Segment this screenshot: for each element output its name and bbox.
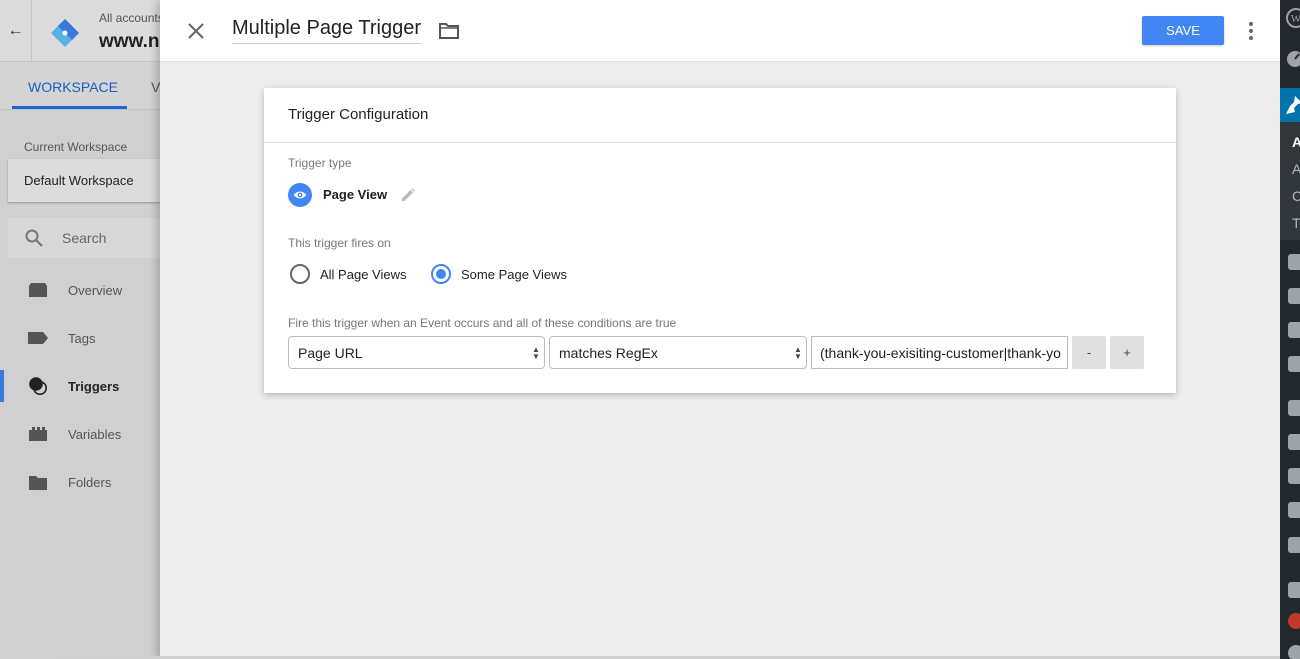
search-icon bbox=[25, 229, 43, 247]
back-button[interactable]: ← bbox=[0, 0, 32, 62]
dashboard-icon[interactable] bbox=[1286, 50, 1300, 68]
pin-icon bbox=[1286, 96, 1300, 114]
more-options-icon[interactable] bbox=[1244, 20, 1258, 42]
wordpress-logo-icon[interactable]: W bbox=[1286, 8, 1300, 28]
folder-icon[interactable] bbox=[438, 22, 460, 40]
media-icon[interactable] bbox=[1288, 254, 1300, 270]
fires-on-label: This trigger fires on bbox=[288, 236, 391, 250]
variables-icon bbox=[28, 424, 48, 444]
collapse-menu-icon[interactable] bbox=[1288, 645, 1300, 659]
select-arrows-icon: ▲ ▼ bbox=[532, 345, 540, 361]
workspace-selector[interactable]: Default Workspace bbox=[8, 159, 160, 202]
search-placeholder: Search bbox=[62, 230, 107, 246]
current-workspace-label: Current Workspace bbox=[24, 140, 128, 154]
gtm-header: ← All accounts www.n bbox=[0, 0, 164, 62]
settings-icon[interactable] bbox=[1288, 537, 1300, 553]
sidebar-item-folders[interactable]: Folders bbox=[0, 462, 160, 502]
pencil-icon[interactable] bbox=[401, 188, 415, 202]
variable-select-value: Page URL bbox=[298, 345, 363, 361]
arrow-left-icon: ← bbox=[7, 22, 24, 39]
tools-icon[interactable] bbox=[1288, 502, 1300, 518]
editor-header: Multiple Page Trigger SAVE bbox=[160, 0, 1280, 62]
appearance-icon[interactable] bbox=[1288, 400, 1300, 416]
pages-icon[interactable] bbox=[1288, 288, 1300, 304]
overview-icon bbox=[28, 280, 48, 300]
sidebar-item-label: Triggers bbox=[68, 378, 120, 394]
plugin-badge-icon[interactable] bbox=[1288, 613, 1300, 629]
wp-submenu-item[interactable]: T bbox=[1292, 215, 1300, 231]
search-input[interactable]: Search bbox=[8, 218, 160, 258]
sidebar-item-label: Overview bbox=[68, 282, 123, 298]
comments-icon[interactable] bbox=[1288, 322, 1300, 338]
sidebar-item-tags[interactable]: Tags bbox=[0, 318, 160, 358]
radio-label: All Page Views bbox=[320, 267, 407, 282]
mail-icon[interactable] bbox=[1288, 356, 1300, 372]
tab-workspace[interactable]: WORKSPACE bbox=[28, 79, 118, 95]
radio-label: Some Page Views bbox=[461, 267, 567, 282]
trigger-type-name[interactable]: Page View bbox=[323, 187, 387, 202]
container-name[interactable]: www.n bbox=[99, 31, 160, 53]
gtm-sidebar: ← All accounts www.n WORKSPACE V Current… bbox=[0, 0, 164, 659]
radio-all-page-views[interactable] bbox=[290, 264, 310, 284]
trigger-icon bbox=[28, 376, 48, 396]
tab-versions[interactable]: V bbox=[151, 79, 160, 95]
save-button[interactable]: SAVE bbox=[1142, 16, 1224, 45]
variable-select[interactable]: Page URL ▲ ▼ bbox=[288, 336, 545, 369]
screen: ← All accounts www.n WORKSPACE V Current… bbox=[0, 0, 1300, 659]
close-icon bbox=[188, 23, 204, 39]
wp-admin-sidebar: W A A C T bbox=[1280, 0, 1300, 659]
tag-icon bbox=[28, 328, 48, 348]
select-arrows-icon: ▲ ▼ bbox=[794, 345, 802, 361]
sidebar-item-label: Folders bbox=[68, 474, 112, 490]
condition-value-input[interactable]: (thank-you-exisiting-customer|thank-yo bbox=[811, 336, 1068, 369]
trigger-configuration-card: Trigger Configuration Trigger type Page … bbox=[264, 88, 1176, 393]
plugins-icon[interactable] bbox=[1288, 434, 1300, 450]
wp-submenu-item[interactable]: A bbox=[1292, 134, 1300, 150]
close-button[interactable] bbox=[184, 19, 208, 43]
condition-label: Fire this trigger when an Event occurs a… bbox=[288, 316, 677, 330]
trigger-type-label: Trigger type bbox=[288, 156, 352, 170]
sidebar-item-triggers[interactable]: Triggers bbox=[0, 366, 160, 406]
sidebar-item-overview[interactable]: Overview bbox=[0, 270, 160, 310]
svg-text:W: W bbox=[1291, 13, 1300, 25]
wp-submenu-item[interactable]: A bbox=[1292, 161, 1300, 177]
gtm-logo-icon bbox=[51, 19, 79, 47]
card-title: Trigger Configuration bbox=[288, 106, 429, 123]
divider bbox=[264, 142, 1176, 143]
wp-submenu-item[interactable]: C bbox=[1292, 188, 1300, 204]
add-condition-button[interactable]: + bbox=[1110, 336, 1144, 369]
yoast-icon[interactable] bbox=[1288, 582, 1300, 598]
sidebar-item-label: Variables bbox=[68, 426, 122, 442]
wp-submenu: A A C T bbox=[1280, 122, 1300, 240]
trigger-name-input[interactable]: Multiple Page Trigger bbox=[232, 17, 421, 44]
folder-icon bbox=[28, 472, 48, 492]
active-tab-indicator bbox=[12, 106, 127, 109]
sidebar-item-variables[interactable]: Variables bbox=[0, 414, 160, 454]
users-icon[interactable] bbox=[1288, 468, 1300, 484]
remove-condition-button[interactable]: - bbox=[1072, 336, 1106, 369]
sidebar-item-label: Tags bbox=[68, 330, 96, 346]
operator-select[interactable]: matches RegEx ▲ ▼ bbox=[549, 336, 807, 369]
eye-icon[interactable] bbox=[288, 183, 312, 207]
wp-menu-active[interactable] bbox=[1280, 88, 1300, 122]
operator-select-value: matches RegEx bbox=[559, 345, 658, 361]
radio-some-page-views[interactable] bbox=[431, 264, 451, 284]
account-label: All accounts bbox=[99, 11, 164, 25]
trigger-editor-panel: Multiple Page Trigger SAVE Trigger Confi… bbox=[160, 0, 1280, 659]
workspace-tabs: WORKSPACE V bbox=[0, 62, 160, 110]
